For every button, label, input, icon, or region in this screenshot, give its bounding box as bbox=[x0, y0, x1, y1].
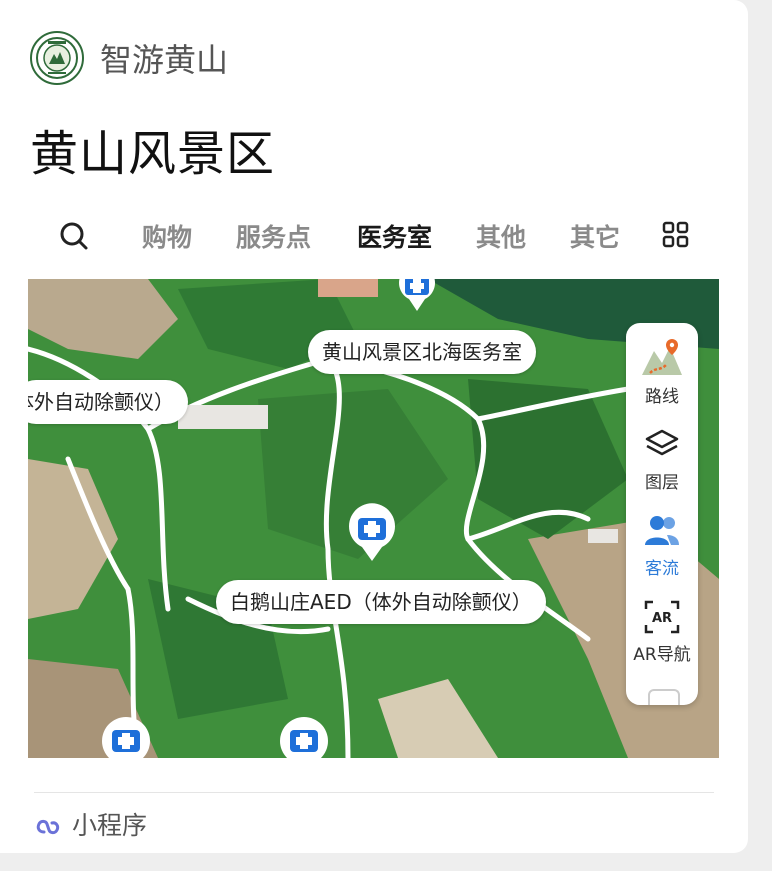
map-label-baie-aed[interactable]: 白鹅山庄AED（体外自动除颤仪） bbox=[216, 580, 546, 624]
mini-program-icon bbox=[36, 819, 60, 835]
tool-ar-navigation[interactable]: AR AR导航 bbox=[626, 599, 698, 665]
map-tool-panel: 路线 图层 客流 AR AR导航 bbox=[626, 323, 698, 705]
tool-visitor-flow[interactable]: 客流 bbox=[626, 513, 698, 579]
tool-layers[interactable]: 图层 bbox=[626, 427, 698, 493]
footer-divider bbox=[34, 792, 714, 793]
mini-program-footer[interactable]: 小程序 bbox=[34, 806, 147, 842]
clinic-pin-south[interactable] bbox=[278, 715, 330, 758]
category-tabs: 购物 服务点 医务室 其他 其它 bbox=[54, 212, 704, 264]
tool-more-partial bbox=[648, 689, 680, 705]
map-label-aed-left[interactable]: 体外自动除颤仪） bbox=[28, 380, 188, 424]
grid-menu-icon[interactable] bbox=[661, 220, 691, 254]
app-name: 智游黄山 bbox=[100, 41, 229, 79]
tab-other-2[interactable]: 其它 bbox=[570, 218, 620, 254]
tab-other-1[interactable]: 其他 bbox=[476, 218, 526, 254]
app-header: 智游黄山 bbox=[30, 30, 228, 86]
footer-label: 小程序 bbox=[72, 811, 148, 840]
app-logo bbox=[30, 31, 84, 85]
tool-ar-label: AR导航 bbox=[633, 645, 691, 665]
tab-clinic[interactable]: 医务室 bbox=[357, 218, 432, 254]
scenic-map[interactable]: 黄山风景区北海医务室 体外自动除颤仪） 白鹅山庄AED（体外自动除颤仪） bbox=[28, 279, 719, 758]
mini-program-card[interactable]: 智游黄山 黄山风景区 购物 服务点 医务室 其他 其它 黄山风景区北海医务室 体… bbox=[0, 0, 748, 853]
tool-layers-label: 图层 bbox=[645, 473, 679, 493]
clinic-pin-north[interactable] bbox=[396, 279, 438, 313]
ar-badge-text: AR bbox=[652, 611, 672, 626]
clinic-pin-southwest[interactable] bbox=[100, 715, 152, 758]
map-label-beihai-clinic[interactable]: 黄山风景区北海医务室 bbox=[308, 330, 536, 374]
route-icon bbox=[642, 339, 682, 375]
clinic-pin-baie[interactable] bbox=[346, 503, 398, 563]
tool-route-label: 路线 bbox=[645, 387, 679, 407]
tab-service-points[interactable]: 服务点 bbox=[236, 218, 311, 254]
tool-visitor-flow-label: 客流 bbox=[645, 559, 679, 579]
visitor-flow-icon bbox=[645, 516, 679, 545]
tool-route[interactable]: 路线 bbox=[626, 337, 698, 407]
layers-icon bbox=[645, 429, 679, 456]
tab-shopping[interactable]: 购物 bbox=[142, 218, 192, 254]
ar-icon: AR bbox=[644, 600, 680, 634]
page-title: 黄山风景区 bbox=[30, 126, 276, 182]
search-icon[interactable] bbox=[58, 220, 90, 256]
